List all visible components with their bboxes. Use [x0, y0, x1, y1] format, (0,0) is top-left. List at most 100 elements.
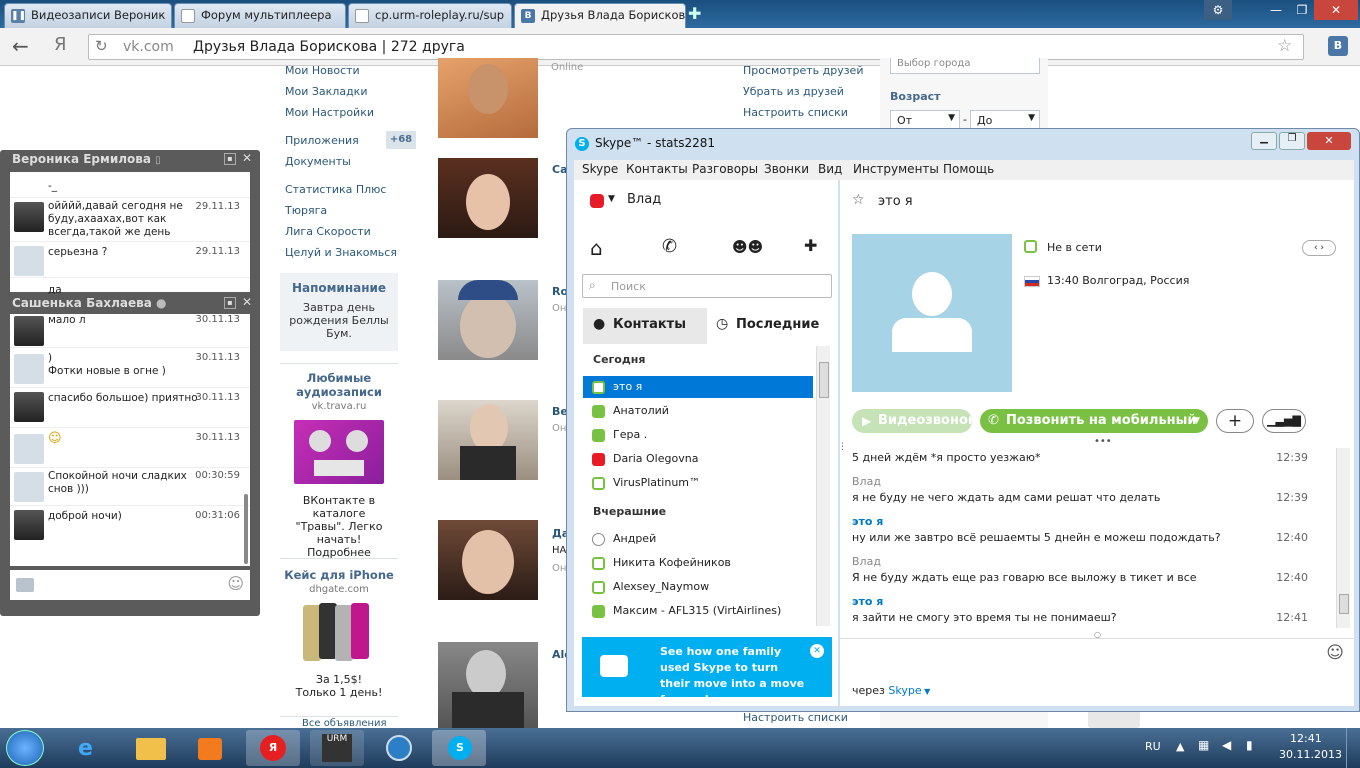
phone-icon[interactable]: ✆ — [662, 236, 677, 257]
vk-extension-icon[interactable]: B — [1328, 36, 1348, 56]
city-select[interactable]: Выбор города — [890, 58, 1040, 74]
tab-forum[interactable]: Форум мультиплеера — [174, 3, 346, 28]
configure-lists-link[interactable]: Настроить списки — [743, 106, 848, 119]
popout-icon[interactable]: ▪ — [224, 297, 236, 309]
popout-icon[interactable]: ▪ — [224, 153, 236, 165]
avatar[interactable] — [14, 202, 44, 232]
media-player-icon[interactable] — [184, 730, 238, 766]
remove-friend-link[interactable]: Убрать из друзей — [743, 85, 844, 98]
contact-item[interactable]: Никита Кофейников — [583, 552, 813, 574]
tab-videos[interactable]: ❚❚ Видеозаписи Вероник — [4, 3, 172, 28]
camera-avatar-icon[interactable] — [14, 472, 44, 502]
ie-icon[interactable]: e — [64, 730, 118, 766]
tab-vk-friends[interactable]: B Друзья Влада Борискова — [514, 3, 686, 29]
volume-icon[interactable]: ◀ — [1222, 738, 1231, 752]
yandex-browser-icon[interactable]: Я — [246, 730, 300, 766]
menu-calls[interactable]: Звонки — [764, 162, 809, 176]
contact-item[interactable]: VirusPlatinum™ — [583, 472, 813, 494]
promo-banner[interactable]: See how one family used Skype to turn th… — [582, 637, 832, 706]
view-friends-link[interactable]: Просмотреть друзей — [743, 64, 863, 77]
chat-scrollbar[interactable] — [244, 494, 248, 564]
menu-bookmarks[interactable]: Мои Закладки — [285, 85, 367, 98]
profile-avatar[interactable] — [852, 234, 1012, 392]
menu-skype[interactable]: Skype — [582, 162, 618, 176]
contact-item[interactable]: это я — [583, 376, 813, 398]
bookmark-star-icon[interactable]: ☆ — [1277, 36, 1292, 56]
friend-photo[interactable] — [438, 400, 538, 480]
close-icon[interactable]: ✕ — [242, 295, 252, 309]
close-button[interactable]: ✕ — [1314, 0, 1358, 20]
minimize-button[interactable]: — — [1262, 0, 1290, 20]
add-contact-icon[interactable]: ✚ — [804, 236, 817, 255]
start-button[interactable] — [6, 730, 44, 766]
yandex-logo[interactable]: Я — [54, 34, 67, 55]
contacts-scrollbar[interactable] — [816, 346, 830, 626]
menu-tools[interactable]: Инструменты — [853, 162, 939, 176]
smiley-icon[interactable]: ☺ — [1326, 643, 1344, 663]
home-icon[interactable]: ⌂ — [590, 236, 603, 260]
tab-contacts[interactable]: ● Контакты — [583, 308, 707, 344]
chevron-down-icon[interactable]: ▼ — [608, 194, 615, 204]
menu-view[interactable]: Вид — [818, 162, 842, 176]
chat-input[interactable]: ☺ — [10, 570, 250, 600]
camera-icon[interactable] — [16, 578, 34, 592]
video-call-button[interactable]: ▶ Видеозвонок — [852, 409, 977, 433]
tray-arrow-icon[interactable]: ▲ — [1176, 740, 1184, 753]
clock-date[interactable]: 30.11.2013 — [1279, 748, 1342, 761]
age-from-select[interactable]: От ▼ — [890, 110, 960, 130]
favorite-star-icon[interactable]: ☆ — [852, 192, 865, 208]
skype-close-button[interactable]: ✕ — [1307, 132, 1351, 150]
skype-maximize-button[interactable]: ❐ — [1279, 132, 1305, 150]
dnd-status-icon[interactable] — [590, 194, 604, 208]
chat-header[interactable]: Сашенька Бахлаева ● ▪ ✕ — [0, 294, 260, 314]
camera-avatar-icon[interactable] — [14, 354, 44, 384]
contact-item[interactable]: Гера . — [583, 424, 813, 446]
contact-item[interactable]: Андрей — [583, 528, 813, 550]
language-indicator[interactable]: RU — [1145, 740, 1161, 753]
close-icon[interactable]: ✕ — [810, 644, 824, 658]
menu-apps[interactable]: Приложения — [285, 134, 359, 147]
battery-icon[interactable]: ▮ — [1246, 738, 1253, 752]
via-skype-link[interactable]: Skype — [888, 684, 921, 697]
clock-time[interactable]: 12:41 — [1290, 732, 1322, 745]
avatar[interactable] — [14, 316, 44, 346]
contact-item[interactable]: Daria Olegovna — [583, 448, 813, 470]
skype-minimize-button[interactable]: ▁ — [1251, 132, 1277, 150]
app-circle-icon[interactable] — [372, 730, 426, 766]
splitter-handle[interactable]: ⋮ — [838, 442, 847, 454]
configure-lists-link[interactable]: Настроить списки — [743, 711, 848, 724]
contact-item[interactable]: Alexsey_Naymow — [583, 576, 813, 598]
all-ads-link[interactable]: Все объявления — [302, 718, 387, 728]
menu-conversations[interactable]: Разговоры — [692, 162, 758, 176]
network-icon[interactable]: ▦ — [1198, 738, 1209, 752]
friend-photo[interactable] — [438, 58, 538, 138]
call-mobile-button[interactable]: ✆ Позвонить на мобильный ▼ — [980, 409, 1208, 433]
avatar[interactable] — [14, 392, 44, 422]
contact-item[interactable]: Максим - AFL315 (VirtAirlines) — [583, 600, 813, 622]
back-arrow-icon[interactable]: ← — [12, 34, 29, 58]
scroll-thumb[interactable] — [1339, 594, 1349, 614]
tab-recent[interactable]: ◷ Последние — [708, 308, 832, 344]
profile-nav-arrows[interactable]: ‹ › — [1302, 240, 1336, 256]
menu-contacts[interactable]: Контакты — [626, 162, 688, 176]
friend-photo[interactable] — [438, 520, 538, 600]
menu-news[interactable]: Мои Новости — [285, 64, 360, 77]
friend-photo[interactable] — [438, 280, 538, 360]
ad-audio[interactable]: Любимые аудиозаписи vk.trava.ru ВКонтакт… — [280, 371, 398, 559]
friend-photo[interactable] — [438, 642, 538, 728]
app-link-prison[interactable]: Тюряга — [285, 204, 327, 217]
expand-dots-icon[interactable]: ••• — [1094, 436, 1112, 447]
message-input[interactable]: ☺ — [840, 638, 1354, 674]
chevron-down-icon[interactable]: ▼ — [922, 687, 930, 696]
skype-username[interactable]: Влад — [627, 192, 661, 207]
url-field[interactable]: ↻ vk.com Друзья Влада Борискова | 272 др… — [88, 34, 1304, 60]
close-icon[interactable]: ✕ — [242, 151, 252, 165]
chat-header[interactable]: Вероника Ермилова ▯ ▪ ✕ — [0, 150, 260, 170]
scroll-thumb[interactable] — [819, 362, 829, 398]
reload-icon[interactable]: ↻ — [95, 37, 108, 55]
urm-app-icon[interactable]: URM — [310, 730, 364, 766]
messages-scrollbar[interactable] — [1336, 448, 1350, 628]
age-to-select[interactable]: До ▼ — [970, 110, 1040, 130]
explorer-folder-icon[interactable] — [124, 730, 178, 766]
call-quality-button[interactable]: ▁▃▅▇ — [1262, 409, 1306, 433]
